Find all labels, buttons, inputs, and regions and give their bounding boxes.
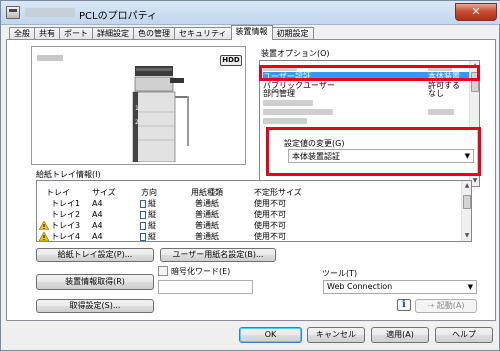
option-row-redacted[interactable] — [263, 116, 463, 125]
scroll-thumb[interactable] — [463, 195, 471, 209]
printer-name-redacted — [25, 8, 75, 17]
table-row[interactable]: トレイ4 A4 縦 普通紙 使用不可 — [39, 232, 471, 241]
tray-info-list[interactable]: トレイ サイズ 方向 用紙種類 不定形サイズ トレイ1 A4 縦 普通紙 使用不… — [36, 180, 472, 242]
scroll-down-icon[interactable]: ▼ — [471, 177, 479, 185]
tray-scrollbar[interactable]: ▲ ▼ — [461, 181, 471, 241]
chevron-down-icon: ▼ — [464, 152, 470, 160]
help-button[interactable]: ヘルプ — [435, 327, 493, 343]
col-tray: トレイ — [46, 188, 70, 197]
option-row-redacted[interactable] — [263, 107, 463, 116]
setting-change-label: 設定値の変更(G) — [284, 139, 345, 148]
tool-label: ツール(T) — [322, 269, 358, 278]
encryption-input[interactable] — [158, 280, 253, 294]
title-bar: PCLのプロパティ ✕ — [1, 1, 500, 25]
option-row-user-auth[interactable]: ユーザー認証 本体装置 — [263, 72, 471, 81]
option-name: 部門管理 — [263, 89, 295, 98]
portrait-icon — [140, 210, 146, 219]
option-name: ユーザー認証 — [263, 72, 311, 81]
table-row[interactable]: トレイ1 A4 縦 普通紙 使用不可 — [51, 199, 471, 209]
col-direction: 方向 — [141, 188, 157, 197]
option-row-redacted[interactable] — [263, 63, 463, 72]
col-paper-type: 用紙種類 — [191, 188, 223, 197]
tray-settings-button[interactable]: 給紙トレイ設定(P)... — [36, 248, 154, 262]
device-options-label: 装置オプション(O) — [261, 49, 330, 58]
scroll-up-icon[interactable]: ▲ — [471, 62, 479, 70]
option-row-account-track[interactable]: 部門管理 なし — [263, 89, 463, 98]
tab-device-info[interactable]: 装置情報 — [230, 25, 273, 40]
launch-icon: ⇢ — [427, 301, 435, 310]
scroll-up-icon[interactable]: ▲ — [463, 182, 471, 190]
setting-change-dropdown[interactable]: 本体装置認証 ▼ — [288, 149, 474, 163]
apply-button[interactable]: 適用(A) — [371, 327, 429, 343]
encryption-checkbox[interactable] — [158, 266, 168, 276]
printer-properties-window: PCLのプロパティ ✕ 全般 共有 ポート 詳細設定 色の管理 セキュリティ 装… — [0, 0, 500, 351]
chevron-down-icon: ▼ — [467, 283, 473, 291]
tab-strip: 全般 共有 ポート 詳細設定 色の管理 セキュリティ 装置情報 初期設定 — [9, 25, 314, 40]
printer-illustration: 1 2 — [132, 66, 189, 162]
portrait-icon — [140, 199, 146, 208]
warning-icon — [39, 232, 49, 241]
tool-dropdown[interactable]: Web Connection ▼ — [323, 280, 477, 294]
tray-info-label: 給紙トレイ情報(I) — [36, 170, 101, 179]
table-row[interactable]: トレイ3 A4 縦 普通紙 使用不可 — [39, 221, 471, 231]
cancel-button[interactable]: キャンセル — [307, 327, 365, 343]
user-paper-name-button[interactable]: ユーザー用紙名設定(B)... — [160, 248, 276, 262]
svg-text:2: 2 — [135, 119, 139, 126]
option-value: 本体装置 — [428, 72, 460, 81]
setting-change-value: 本体装置認証 — [292, 152, 340, 161]
window-title: PCLのプロパティ — [79, 11, 157, 22]
tool-value: Web Connection — [327, 282, 393, 291]
printer-icon — [6, 6, 20, 19]
get-settings-button[interactable]: 取得設定(S)... — [36, 299, 154, 313]
model-name-redacted — [37, 55, 63, 61]
get-device-info-button[interactable]: 装置情報取得(R) — [36, 274, 154, 290]
table-row[interactable]: トレイ2 A4 縦 普通紙 使用不可 — [51, 210, 471, 220]
scroll-thumb[interactable] — [471, 72, 479, 92]
info-icon[interactable] — [397, 299, 411, 311]
svg-text:1: 1 — [135, 105, 139, 112]
launch-button[interactable]: ⇢ 起動(A) — [415, 299, 477, 313]
ok-button[interactable]: OK — [239, 327, 302, 343]
option-row-redacted[interactable] — [263, 98, 463, 107]
portrait-icon — [140, 232, 146, 241]
col-size: サイズ — [92, 188, 116, 197]
option-value: なし — [428, 89, 444, 98]
close-button[interactable]: ✕ — [455, 3, 497, 21]
encryption-label: 暗号化ワード(E) — [171, 267, 231, 276]
warning-icon — [39, 221, 49, 230]
portrait-icon — [140, 221, 146, 230]
scroll-down-icon[interactable]: ▼ — [463, 232, 471, 240]
col-custom-size: 不定形サイズ — [254, 188, 302, 197]
device-image-panel: HDD 1 2 — [31, 46, 246, 165]
hdd-icon: HDD — [220, 55, 242, 66]
